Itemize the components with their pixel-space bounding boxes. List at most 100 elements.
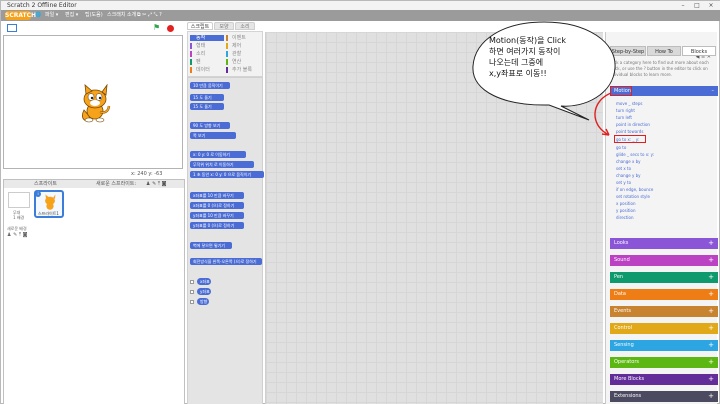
tips-motion-item[interactable]: point in direction xyxy=(616,122,650,127)
tips-motion-item[interactable]: if on edge, bounce xyxy=(616,187,653,192)
tips-category-control[interactable]: Control + xyxy=(610,323,718,334)
tips-motion-item[interactable]: go to xyxy=(616,145,626,150)
tab-how-to[interactable]: How To xyxy=(647,46,681,56)
category-more-blocks[interactable]: 추가 블록 xyxy=(226,67,252,73)
tips-category-extensions[interactable]: Extensions + xyxy=(610,391,718,402)
title-bar: Scratch 2 Offline Editor – □ × xyxy=(1,1,720,10)
info-icon[interactable]: i xyxy=(35,191,41,197)
editor-window: Scratch 2 Offline Editor – □ × SCRATCH 🌐 파… xyxy=(0,0,720,404)
tab-scripts[interactable]: 스크립트 xyxy=(187,22,213,30)
expand-icon: + xyxy=(708,239,714,247)
block-y-position[interactable]: y좌표 xyxy=(197,288,211,295)
annotation-line: Motion(동작)을 Click xyxy=(489,36,567,45)
block-glide[interactable]: 1 초 동안 x: 0 y: 0 으로 움직이기 xyxy=(190,171,264,178)
category-operators[interactable]: 연산 xyxy=(226,59,241,65)
tips-motion-item[interactable]: y position xyxy=(616,208,635,213)
block-direction[interactable]: 방향 xyxy=(197,298,209,305)
tips-motion-item[interactable]: change y by xyxy=(616,173,641,178)
tips-category-pen[interactable]: Pen + xyxy=(610,272,718,283)
menu-file[interactable]: 파일 ▾ xyxy=(45,10,58,21)
green-flag-icon[interactable]: ⚑ xyxy=(153,23,160,32)
tips-category-looks[interactable]: Looks + xyxy=(610,238,718,249)
stage[interactable] xyxy=(3,35,183,169)
block-rotation-style[interactable]: 회전방식을 왼쪽-오른쪽 (으)로 정하기 xyxy=(190,258,262,265)
window-controls: – □ × xyxy=(676,1,718,10)
cat-sprite[interactable] xyxy=(78,84,112,124)
menu-edit[interactable]: 편집 ▾ xyxy=(65,10,78,21)
new-sprite-label: 새로운 스프라이트: xyxy=(96,181,137,187)
stage-thumbnail[interactable] xyxy=(8,192,30,208)
tips-category-operators[interactable]: Operators + xyxy=(610,357,718,368)
block-go-to[interactable]: 무작위 위치 로 이동하기 xyxy=(190,161,254,168)
category-label: Data xyxy=(614,291,626,297)
sprite-thumbnail[interactable]: i 스프라이트1 xyxy=(34,190,64,218)
tab-blocks[interactable]: Blocks xyxy=(682,46,716,56)
category-sound[interactable]: 소리 xyxy=(190,51,205,57)
menu-about[interactable]: 스크래치 소개 xyxy=(107,10,136,21)
category-label: Looks xyxy=(614,240,629,246)
y-position-checkbox[interactable] xyxy=(190,290,194,294)
globe-icon[interactable]: 🌐 xyxy=(35,10,41,21)
tips-motion-item[interactable]: change x by xyxy=(616,159,641,164)
annotation-line: 나오는데 그중에 xyxy=(489,58,544,67)
tips-category-sensing[interactable]: Sensing + xyxy=(610,340,718,351)
category-data[interactable]: 데이터 xyxy=(190,67,210,73)
new-sprite-icons[interactable]: ♟ ✎ ⤒ ◙ xyxy=(146,180,167,188)
tips-motion-item[interactable]: direction xyxy=(616,215,634,220)
tips-motion-item[interactable]: move _ steps xyxy=(616,101,642,106)
block-change-y[interactable]: y좌표를 10 만큼 바꾸기 xyxy=(190,212,244,219)
category-motion[interactable]: 동작 xyxy=(190,35,224,41)
stop-icon[interactable] xyxy=(167,25,174,32)
direction-checkbox[interactable] xyxy=(190,300,194,304)
minimize-button[interactable]: – xyxy=(676,1,690,10)
menu-tips[interactable]: 팁(도움) xyxy=(85,10,103,21)
red-arrow-annotation xyxy=(594,92,612,136)
tips-panel: ◀ ≡ ✕ Step-by-Step How To Blocks Click a… xyxy=(605,32,718,404)
tips-motion-item[interactable]: set x to xyxy=(616,166,631,171)
category-pen[interactable]: 펜 xyxy=(190,59,201,65)
tips-motion-item[interactable]: point towards xyxy=(616,129,643,134)
category-events[interactable]: 이벤트 xyxy=(226,35,246,41)
annotation-line: 하면 여러가지 동작이 xyxy=(489,47,561,56)
tips-category-more-blocks[interactable]: More Blocks + xyxy=(610,374,718,385)
block-move[interactable]: 10 만큼 움직이기 xyxy=(190,82,230,89)
sprite-name: 스프라이트1 xyxy=(38,211,59,216)
block-turn-right[interactable]: 15 도 돌기 xyxy=(190,94,224,101)
block-set-x[interactable]: x좌표를 0 (으)로 정하기 xyxy=(190,202,244,209)
category-label: Sensing xyxy=(614,342,634,348)
tips-motion-item[interactable]: x position xyxy=(616,201,635,206)
category-label: Operators xyxy=(614,359,639,365)
stage-coordinates: x: 240 y: -63 xyxy=(131,171,163,177)
block-bounce[interactable]: 벽에 닿으면 튕기기 xyxy=(190,242,232,249)
expand-icon: + xyxy=(708,273,714,281)
block-turn-left[interactable]: 15 도 돌기 xyxy=(190,103,224,110)
tips-category-sound[interactable]: Sound + xyxy=(610,255,718,266)
block-go-to-xy[interactable]: x: 0 y: 0 로 이동하기 xyxy=(190,151,246,158)
block-x-position[interactable]: x좌표 xyxy=(197,278,211,285)
close-button[interactable]: × xyxy=(704,1,718,10)
tips-category-events[interactable]: Events + xyxy=(610,306,718,317)
tips-category-data[interactable]: Data + xyxy=(610,289,718,300)
block-point-direction[interactable]: 90 도 방향 보기 xyxy=(190,122,230,129)
category-sensing[interactable]: 관찰 xyxy=(226,51,241,57)
maximize-button[interactable]: □ xyxy=(690,1,704,10)
block-set-y[interactable]: y좌표를 0 (으)로 정하기 xyxy=(190,222,244,229)
tips-motion-item[interactable]: set y to xyxy=(616,180,631,185)
new-backdrop-icons[interactable]: ♟ ✎ ⤒ ◙ xyxy=(7,232,28,238)
tab-sounds[interactable]: 소리 xyxy=(235,22,255,30)
scratch-logo: SCRATCH xyxy=(5,11,37,20)
sprite-panel-header: 스프라이트 새로운 스프라이트: ♟ ✎ ⤒ ◙ xyxy=(4,180,184,188)
tips-intro: Click a category here to find out more a… xyxy=(609,60,709,77)
tab-costumes[interactable]: 모양 xyxy=(214,22,234,30)
block-change-x[interactable]: x좌표를 10 만큼 바꾸기 xyxy=(190,192,244,199)
tips-motion-item[interactable]: set rotation style xyxy=(616,194,650,199)
toolbar-icons[interactable]: ⧉ ✂ ⤢ ⤡ ? xyxy=(137,10,162,21)
block-point-towards[interactable]: 쪽 보기 xyxy=(190,132,236,139)
category-control[interactable]: 제어 xyxy=(226,43,241,49)
tips-motion-item[interactable]: glide _ secs to x: y: xyxy=(616,152,654,157)
cat-thumbnail-icon xyxy=(45,194,56,210)
category-looks[interactable]: 형태 xyxy=(190,43,205,49)
sprite-panel: 스프라이트 새로운 스프라이트: ♟ ✎ ⤒ ◙ 무대 1 배경 새로운 배경 … xyxy=(3,179,185,404)
x-position-checkbox[interactable] xyxy=(190,280,194,284)
presentation-mode-icon[interactable] xyxy=(7,24,17,32)
